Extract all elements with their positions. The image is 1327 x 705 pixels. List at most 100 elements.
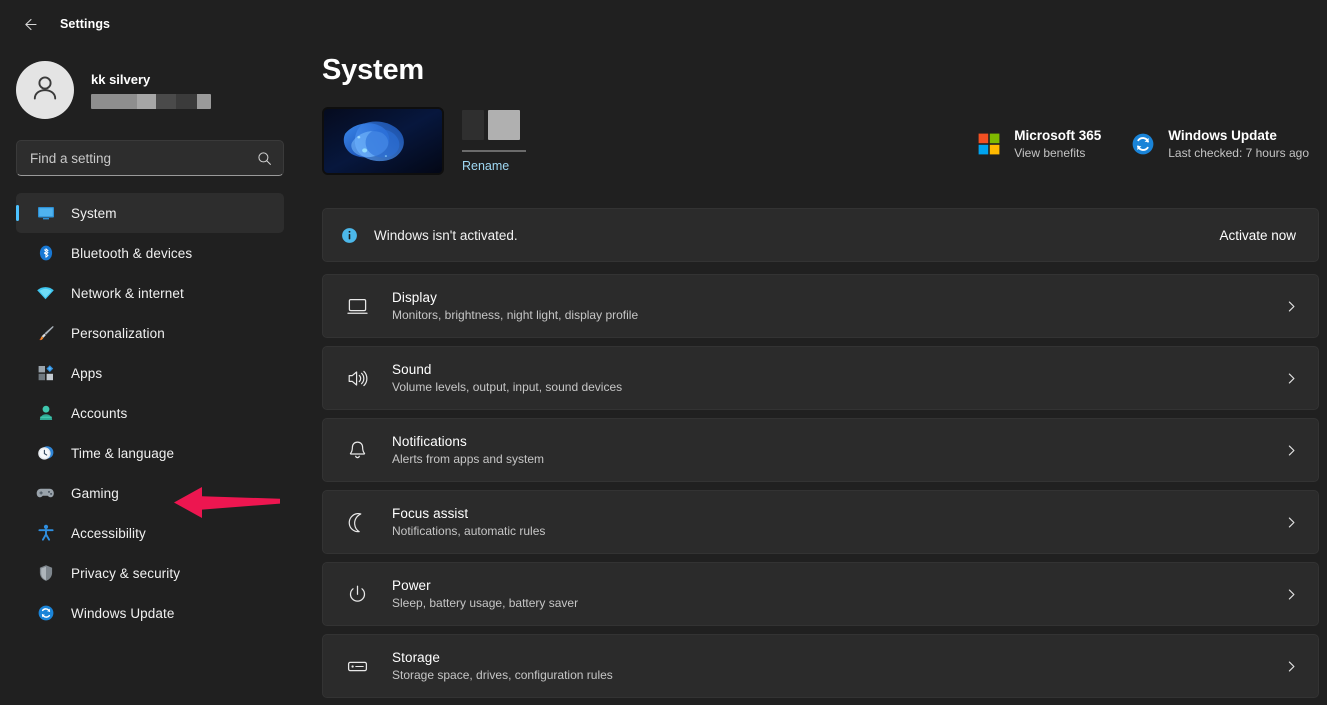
avatar (16, 61, 74, 119)
sidebar-item-windows-update[interactable]: Windows Update (16, 593, 284, 633)
sidebar-item-accessibility[interactable]: Accessibility (16, 513, 284, 553)
shield-icon (36, 564, 55, 583)
settings-row-subtitle: Monitors, brightness, night light, displ… (392, 308, 1285, 322)
settings-row-text: Power Sleep, battery usage, battery save… (392, 578, 1285, 610)
settings-row-title: Focus assist (392, 506, 1285, 521)
settings-row-title: Power (392, 578, 1285, 593)
windows-update-sync-icon (1131, 132, 1155, 156)
windows-update-card[interactable]: Windows Update Last checked: 7 hours ago (1131, 128, 1309, 160)
activation-message: Windows isn't activated. (374, 228, 1219, 243)
sidebar-item-label: Personalization (71, 326, 165, 341)
sound-speaker-icon (344, 365, 370, 391)
info-icon (341, 227, 358, 244)
search-input[interactable] (30, 151, 257, 166)
sidebar-item-system[interactable]: System (16, 193, 284, 233)
person-avatar-icon (27, 70, 63, 111)
chevron-right-icon (1285, 444, 1298, 457)
sidebar-item-gaming[interactable]: Gaming (16, 473, 284, 513)
sidebar-item-privacy-security[interactable]: Privacy & security (16, 553, 284, 593)
sidebar: kk silvery (0, 48, 300, 705)
sidebar-item-label: Windows Update (71, 606, 174, 621)
back-arrow-icon (21, 16, 38, 33)
sidebar-item-time-language[interactable]: Time & language (16, 433, 284, 473)
search-icon (257, 151, 272, 166)
settings-row-subtitle: Volume levels, output, input, sound devi… (392, 380, 1285, 394)
sidebar-item-accounts[interactable]: Accounts (16, 393, 284, 433)
power-icon (344, 581, 370, 607)
account-info: kk silvery (91, 72, 211, 109)
system-icon (36, 204, 55, 223)
titlebar-title: Settings (60, 17, 110, 31)
windows-update-icon (36, 604, 55, 623)
settings-row-power[interactable]: Power Sleep, battery usage, battery save… (322, 562, 1319, 626)
microsoft-365-card[interactable]: Microsoft 365 View benefits (977, 128, 1101, 160)
settings-row-focus-assist[interactable]: Focus assist Notifications, automatic ru… (322, 490, 1319, 554)
microsoft-365-subtitle: View benefits (1014, 146, 1101, 160)
sidebar-item-label: Privacy & security (71, 566, 180, 581)
settings-row-sound[interactable]: Sound Volume levels, output, input, soun… (322, 346, 1319, 410)
sidebar-item-label: System (71, 206, 117, 221)
accessibility-icon (36, 524, 55, 543)
account-block[interactable]: kk silvery (16, 48, 284, 126)
sidebar-item-label: Network & internet (71, 286, 184, 301)
settings-row-subtitle: Notifications, automatic rules (392, 524, 1285, 538)
sidebar-item-label: Apps (71, 366, 102, 381)
settings-row-notifications[interactable]: Notifications Alerts from apps and syste… (322, 418, 1319, 482)
wifi-icon (36, 284, 55, 303)
sidebar-item-label: Time & language (71, 446, 174, 461)
sidebar-nav: System Bluetooth & devices (16, 193, 284, 633)
sidebar-item-label: Gaming (71, 486, 119, 501)
device-meta: Rename (462, 107, 526, 173)
bluetooth-icon (36, 244, 55, 263)
focus-assist-moon-icon (344, 509, 370, 535)
settings-row-subtitle: Storage space, drives, configuration rul… (392, 668, 1285, 682)
settings-row-storage[interactable]: Storage Storage space, drives, configura… (322, 634, 1319, 698)
windows-bloom-wallpaper[interactable] (322, 107, 444, 175)
settings-row-subtitle: Sleep, battery usage, battery saver (392, 596, 1285, 610)
settings-row-display[interactable]: Display Monitors, brightness, night ligh… (322, 274, 1319, 338)
account-name: kk silvery (91, 72, 211, 87)
search-box[interactable] (16, 140, 284, 176)
sidebar-item-apps[interactable]: Apps (16, 353, 284, 393)
settings-list: Display Monitors, brightness, night ligh… (322, 274, 1319, 698)
chevron-right-icon (1285, 588, 1298, 601)
activation-banner[interactable]: Windows isn't activated. Activate now (322, 208, 1319, 262)
clock-icon (36, 444, 55, 463)
settings-row-text: Focus assist Notifications, automatic ru… (392, 506, 1285, 538)
settings-row-text: Notifications Alerts from apps and syste… (392, 434, 1285, 466)
settings-row-text: Storage Storage space, drives, configura… (392, 650, 1285, 682)
sidebar-item-label: Bluetooth & devices (71, 246, 192, 261)
gamepad-icon (36, 484, 55, 503)
page-title: System (322, 54, 1319, 87)
account-email-redacted (91, 94, 211, 109)
pc-info-redacted-line (462, 150, 526, 152)
chevron-right-icon (1285, 300, 1298, 313)
settings-row-title: Storage (392, 650, 1285, 665)
chevron-right-icon (1285, 516, 1298, 529)
windows-update-subtitle: Last checked: 7 hours ago (1168, 146, 1309, 160)
settings-row-text: Sound Volume levels, output, input, soun… (392, 362, 1285, 394)
sidebar-item-label: Accessibility (71, 526, 146, 541)
back-button[interactable] (14, 9, 44, 39)
apps-icon (36, 364, 55, 383)
display-monitor-icon (344, 293, 370, 319)
notifications-bell-icon (344, 437, 370, 463)
paintbrush-icon (36, 324, 55, 343)
settings-row-subtitle: Alerts from apps and system (392, 452, 1285, 466)
settings-row-title: Display (392, 290, 1285, 305)
titlebar: Settings (0, 0, 1327, 48)
chevron-right-icon (1285, 660, 1298, 673)
storage-drive-icon (344, 653, 370, 679)
sidebar-item-label: Accounts (71, 406, 127, 421)
settings-row-text: Display Monitors, brightness, night ligh… (392, 290, 1285, 322)
corner-cards: Microsoft 365 View benefits Windows Upda… (977, 128, 1309, 160)
sidebar-item-network-internet[interactable]: Network & internet (16, 273, 284, 313)
microsoft-365-title: Microsoft 365 (1014, 128, 1101, 143)
activate-now-link[interactable]: Activate now (1219, 228, 1296, 243)
rename-button[interactable]: Rename (462, 159, 509, 173)
sidebar-item-personalization[interactable]: Personalization (16, 313, 284, 353)
sidebar-item-bluetooth-devices[interactable]: Bluetooth & devices (16, 233, 284, 273)
pc-name-redacted (462, 110, 520, 140)
microsoft-365-text: Microsoft 365 View benefits (1014, 128, 1101, 160)
accounts-icon (36, 404, 55, 423)
